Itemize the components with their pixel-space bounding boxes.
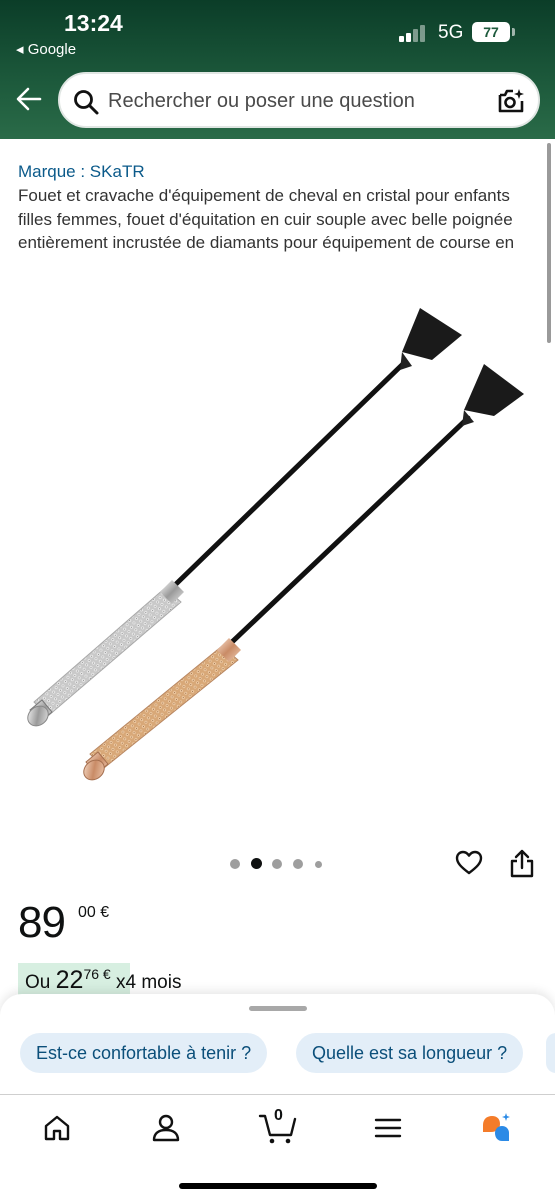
installment-fraction: 76 € [83,966,111,982]
share-icon[interactable] [509,849,535,879]
silver-whip [27,308,462,727]
home-icon[interactable] [40,1111,74,1145]
carousel-dot[interactable] [230,859,240,869]
suggestion-chip-length[interactable]: Quelle est sa longueur ? [296,1033,524,1073]
menu-icon[interactable] [371,1111,405,1145]
installment-whole: 22 [55,966,84,994]
camera-search-icon[interactable] [496,86,526,116]
installment-prefix: Ou [25,972,51,993]
home-indicator [179,1183,377,1189]
price-fraction: 00 € [78,904,110,921]
heart-icon[interactable] [455,849,483,877]
carousel-dot[interactable] [272,859,282,869]
carousel-dot-active[interactable] [251,858,262,869]
bottom-tab-bar: 0 [0,1094,555,1200]
rufus-assistant-icon[interactable] [479,1111,513,1145]
network-type: 5G [438,22,464,43]
battery-tip [512,28,515,36]
back-to-google-link[interactable]: ◂ Google [16,40,76,58]
back-arrow-icon[interactable] [14,84,44,114]
search-icon [74,90,99,115]
product-image[interactable] [0,290,555,830]
rose-gold-whip [83,364,524,781]
price: 89 00 € [18,898,109,948]
suggestions-sheet[interactable]: Est-ce confortable à tenir ? Quelle est … [0,994,555,1094]
product-title: Fouet et cravache d'équipement de cheval… [18,186,515,252]
search-bar[interactable] [58,72,540,128]
cart-count: 0 [274,1107,283,1124]
carousel-dot[interactable] [315,861,322,868]
suggestion-chip-comfort[interactable]: Est-ce confortable à tenir ? [20,1033,268,1073]
installment-duration: x4 mois [115,972,182,993]
cart-tab[interactable]: 0 [258,1107,298,1147]
installment-offer[interactable]: Ou 2276 € x4 mois [25,966,181,995]
sheet-grabber[interactable] [249,1006,307,1011]
app-header: 13:24 ◂ Google 5G 77 [0,0,555,139]
price-whole: 89 [18,898,66,947]
battery-indicator: 77 [472,22,510,42]
cellular-signal-icon [399,24,429,42]
search-input[interactable] [108,84,488,118]
carousel-dot[interactable] [293,859,303,869]
account-icon[interactable] [149,1111,183,1145]
suggestion-chip-partial[interactable] [546,1033,555,1073]
brand-link[interactable]: Marque : SKaTR [18,162,145,182]
status-time: 13:24 [64,10,123,36]
